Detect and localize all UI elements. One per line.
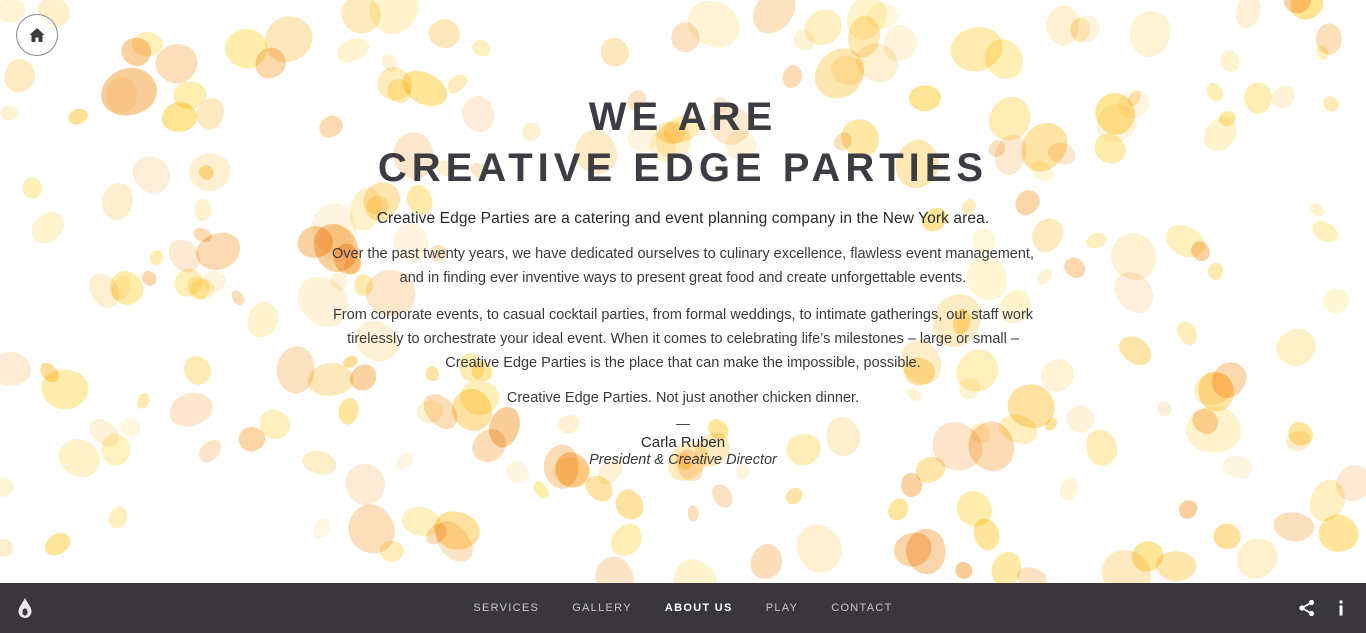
petal-shape [66, 106, 90, 127]
petal-shape [1113, 329, 1157, 372]
petal-shape [1205, 260, 1226, 282]
petal-shape [93, 58, 165, 126]
petal-shape [1220, 451, 1256, 483]
nav-link-about-us[interactable]: ABOUT US [648, 602, 749, 614]
petal-shape [95, 179, 138, 225]
home-icon [29, 28, 45, 42]
petal-shape [308, 515, 334, 543]
petal-shape [610, 485, 648, 524]
petal-shape [193, 197, 213, 223]
petal-shape [1269, 507, 1317, 545]
intro-text: Creative Edge Parties are a catering and… [376, 210, 990, 227]
petal-shape [241, 296, 286, 343]
petal-shape [0, 103, 21, 123]
petal-shape [1056, 474, 1083, 503]
petal-shape [377, 538, 407, 565]
petal-shape [125, 150, 178, 200]
headline-line1: WE ARE [588, 95, 778, 139]
petal-shape [1318, 283, 1354, 319]
petal-shape [687, 504, 700, 522]
petal-shape [424, 12, 466, 54]
petal-shape [1, 56, 39, 96]
petal-shape [1155, 399, 1174, 419]
petal-shape [41, 528, 75, 559]
petal-shape [133, 390, 153, 411]
petal-shape [748, 541, 784, 581]
petal-shape [1107, 263, 1161, 320]
signature-dash: — [676, 415, 690, 431]
petal-shape [1308, 215, 1342, 248]
petal-shape [596, 33, 635, 72]
petal-shape [1218, 49, 1241, 74]
petal-shape [1130, 11, 1171, 57]
petal-shape [194, 435, 226, 466]
petal-shape [1079, 423, 1125, 472]
petal-shape [1084, 230, 1109, 251]
petal-shape [786, 515, 852, 582]
petal-shape [147, 248, 165, 268]
petal-shape [1203, 80, 1226, 105]
info-icon [1339, 600, 1343, 616]
nav-item-play: PLAY [749, 602, 815, 614]
petal-shape [884, 495, 912, 524]
nav-link-services[interactable]: SERVICES [457, 602, 556, 614]
petal-shape [0, 537, 16, 560]
petal-shape [185, 148, 234, 195]
petal-shape [1267, 81, 1299, 112]
petal-shape [0, 474, 15, 498]
headline-line2: CREATIVE EDGE PARTIES [377, 146, 989, 190]
petal-shape [1321, 94, 1341, 113]
petal-shape [783, 483, 806, 507]
petal-shape [22, 177, 44, 201]
signature-name: Carla Ruben [640, 434, 726, 451]
petal-shape [1173, 318, 1201, 349]
about-content: WE ARE CREATIVE EDGE PARTIES Creative Ed… [283, 92, 1083, 468]
signature-title: President & Creative Director [589, 452, 777, 468]
nav-item-gallery: GALLERY [556, 602, 649, 614]
paragraph-one: Over the past twenty years, we have dedi… [331, 246, 1034, 286]
petal-shape [1269, 320, 1323, 374]
petal-shape [1308, 200, 1327, 219]
petal-shape [469, 35, 495, 60]
petal-shape [1231, 0, 1265, 32]
petal-shape [1182, 401, 1246, 458]
share-icon [1299, 599, 1315, 617]
petal-shape [104, 503, 132, 533]
petal-shape [971, 516, 1002, 552]
nav-item-about: ABOUT US [648, 602, 749, 614]
petal-shape [586, 549, 643, 583]
nav-link-play[interactable]: PLAY [749, 602, 815, 614]
home-button[interactable] [16, 14, 58, 56]
petal-shape [1176, 497, 1200, 522]
petal-shape [166, 388, 217, 430]
nav-item-contact: CONTACT [815, 602, 909, 614]
petal-shape [666, 553, 725, 583]
nav-item-services: SERVICES [457, 602, 556, 614]
page-headline: WE ARE CREATIVE EDGE PARTIES [283, 92, 1083, 194]
nav-link-gallery[interactable]: GALLERY [556, 602, 649, 614]
share-button[interactable] [1298, 599, 1316, 617]
petal-shape [708, 480, 736, 511]
petal-shape [25, 204, 72, 249]
tagline: Creative Edge Parties. Not just another … [506, 390, 860, 406]
main-nav: SERVICES GALLERY ABOUT US PLAY CONTACT [0, 583, 1366, 633]
info-button[interactable] [1334, 598, 1348, 618]
paragraph-two: From corporate events, to casual cocktai… [332, 307, 1034, 371]
petal-shape [365, 0, 423, 40]
petal-shape [333, 34, 373, 67]
nav-link-contact[interactable]: CONTACT [815, 602, 909, 614]
petal-shape [0, 348, 33, 390]
footer-bar: SERVICES GALLERY ABOUT US PLAY CONTACT [0, 583, 1366, 633]
petal-shape [954, 561, 974, 581]
petal-shape [778, 61, 807, 91]
petal-shape [182, 354, 214, 388]
petal-shape [161, 100, 198, 133]
petal-shape [229, 287, 247, 308]
